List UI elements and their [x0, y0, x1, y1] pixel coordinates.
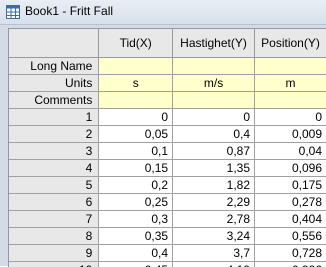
table-row: 1000: [9, 108, 326, 125]
meta-cell[interactable]: [173, 91, 255, 108]
table-row: 70,32,780,404: [9, 210, 326, 227]
data-cell[interactable]: 0,05: [99, 125, 173, 142]
window-title: Book1 - Fritt Fall: [25, 4, 113, 18]
data-cell[interactable]: 0,009: [255, 125, 326, 142]
data-cell[interactable]: 0,87: [173, 142, 255, 159]
meta-cell[interactable]: [255, 57, 326, 74]
title-bar[interactable]: Book1 - Fritt Fall: [0, 0, 326, 25]
data-cell[interactable]: 0,096: [255, 159, 326, 176]
row-number[interactable]: 6: [9, 193, 99, 210]
meta-cell[interactable]: [255, 91, 326, 108]
row-label-long-name[interactable]: Long Name: [9, 57, 99, 74]
units-cell-position[interactable]: m: [255, 74, 326, 91]
data-cell[interactable]: 2,78: [173, 210, 255, 227]
meta-row-comments: Comments: [9, 91, 326, 108]
table-row: 50,21,820,175: [9, 176, 326, 193]
worksheet-grid[interactable]: Tid(X) Hastighet(Y) Position(Y) Long Nam…: [8, 28, 326, 267]
data-cell[interactable]: 0,2: [99, 176, 173, 193]
meta-row-long-name: Long Name: [9, 57, 326, 74]
data-cell[interactable]: 2,29: [173, 193, 255, 210]
data-cell[interactable]: 0: [99, 108, 173, 125]
table-row: 90,43,70,728: [9, 244, 326, 261]
row-label-comments[interactable]: Comments: [9, 91, 99, 108]
data-cell[interactable]: 0,556: [255, 227, 326, 244]
data-cell[interactable]: 0,278: [255, 193, 326, 210]
row-number[interactable]: 9: [9, 244, 99, 261]
data-cell[interactable]: 0,25: [99, 193, 173, 210]
meta-row-units: Units s m/s m: [9, 74, 326, 91]
units-cell-hastighet[interactable]: m/s: [173, 74, 255, 91]
data-cell[interactable]: 0,1: [99, 142, 173, 159]
row-number[interactable]: 1: [9, 108, 99, 125]
table-row: 80,353,240,556: [9, 227, 326, 244]
row-label-units[interactable]: Units: [9, 74, 99, 91]
column-header-tid[interactable]: Tid(X): [99, 29, 173, 57]
data-cell[interactable]: 1,35: [173, 159, 255, 176]
data-cell[interactable]: 0,15: [99, 159, 173, 176]
data-cell[interactable]: 4,19: [173, 261, 255, 267]
table-row: 60,252,290,278: [9, 193, 326, 210]
data-cell[interactable]: 0,404: [255, 210, 326, 227]
table-row: 100,454,190,926: [9, 261, 326, 267]
data-cell[interactable]: 0: [173, 108, 255, 125]
data-cell[interactable]: 0,45: [99, 261, 173, 267]
workbook-window: Book1 - Fritt Fall Tid(X) Hastighet(Y) P…: [0, 0, 326, 266]
row-number[interactable]: 2: [9, 125, 99, 142]
data-cell[interactable]: 0,3: [99, 210, 173, 227]
column-header-hastighet[interactable]: Hastighet(Y): [173, 29, 255, 57]
row-number[interactable]: 8: [9, 227, 99, 244]
row-number[interactable]: 10: [9, 261, 99, 267]
workbook-icon: [6, 5, 20, 19]
table-row: 40,151,350,096: [9, 159, 326, 176]
row-number[interactable]: 5: [9, 176, 99, 193]
units-cell-tid[interactable]: s: [99, 74, 173, 91]
corner-cell[interactable]: [9, 29, 99, 57]
data-cell[interactable]: 0,35: [99, 227, 173, 244]
data-cell[interactable]: 1,82: [173, 176, 255, 193]
data-cell[interactable]: 3,24: [173, 227, 255, 244]
table-row: 30,10,870,04: [9, 142, 326, 159]
row-number[interactable]: 4: [9, 159, 99, 176]
data-cell[interactable]: 0,728: [255, 244, 326, 261]
meta-cell[interactable]: [99, 91, 173, 108]
column-header-row: Tid(X) Hastighet(Y) Position(Y): [9, 29, 326, 57]
meta-cell[interactable]: [173, 57, 255, 74]
data-cell[interactable]: 0,4: [99, 244, 173, 261]
row-number[interactable]: 3: [9, 142, 99, 159]
table-row: 20,050,40,009: [9, 125, 326, 142]
data-table: Tid(X) Hastighet(Y) Position(Y) Long Nam…: [9, 29, 326, 267]
data-cell[interactable]: 0,04: [255, 142, 326, 159]
row-number[interactable]: 7: [9, 210, 99, 227]
data-cell[interactable]: 0,4: [173, 125, 255, 142]
data-cell[interactable]: 3,7: [173, 244, 255, 261]
data-cell[interactable]: 0,926: [255, 261, 326, 267]
data-cell[interactable]: 0,175: [255, 176, 326, 193]
meta-cell[interactable]: [99, 57, 173, 74]
data-cell[interactable]: 0: [255, 108, 326, 125]
column-header-position[interactable]: Position(Y): [255, 29, 326, 57]
